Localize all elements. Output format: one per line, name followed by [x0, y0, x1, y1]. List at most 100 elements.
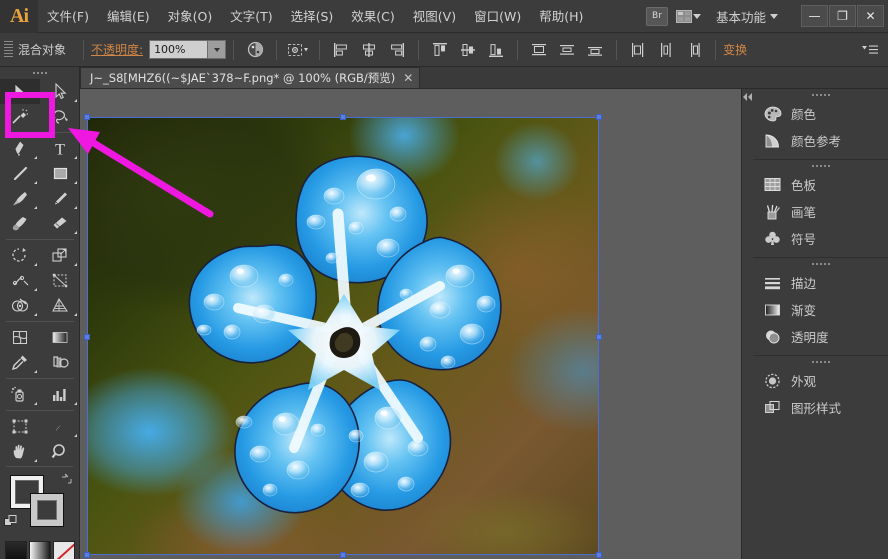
artboard[interactable]: [87, 117, 599, 555]
shape-builder-tool[interactable]: [0, 293, 40, 318]
rotate-tool[interactable]: [0, 243, 40, 268]
symbol-sprayer-tool[interactable]: [0, 382, 40, 407]
swap-fill-stroke-icon[interactable]: [61, 473, 73, 485]
panel-item-label: 颜色参考: [791, 131, 841, 150]
menu-select[interactable]: 选择(S): [282, 0, 343, 33]
distribute-top-icon[interactable]: [528, 39, 550, 61]
scale-tool[interactable]: [40, 243, 80, 268]
appearance-circle-icon: [763, 371, 782, 390]
opacity-chevron-down-icon[interactable]: [207, 41, 225, 58]
document-view[interactable]: [80, 89, 736, 559]
perspective-grid-tool[interactable]: [40, 293, 80, 318]
menu-help[interactable]: 帮助(H): [530, 0, 592, 33]
panel-group-grip[interactable]: [753, 356, 888, 367]
free-transform-tool[interactable]: [40, 268, 80, 293]
menu-effect[interactable]: 效果(C): [342, 0, 403, 33]
pen-tool[interactable]: [0, 136, 40, 161]
width-tool[interactable]: [0, 268, 40, 293]
color-mode-button[interactable]: [5, 541, 27, 559]
column-graph-tool[interactable]: [40, 382, 80, 407]
line-segment-tool[interactable]: [0, 161, 40, 186]
lasso-tool[interactable]: [40, 104, 80, 129]
mesh-tool[interactable]: [0, 325, 40, 350]
workspace-chevron-down-icon[interactable]: [770, 14, 778, 19]
panel-item-swatches[interactable]: 色板: [753, 171, 888, 198]
stroke-swatch[interactable]: [30, 493, 64, 527]
recolor-artwork-icon[interactable]: [244, 39, 266, 61]
align-center-h-icon[interactable]: [358, 39, 380, 61]
menu-window[interactable]: 窗口(W): [465, 0, 530, 33]
bridge-icon[interactable]: Br: [646, 7, 668, 26]
align-top-icon[interactable]: [429, 39, 451, 61]
direct-selection-tool[interactable]: [40, 79, 80, 104]
swatches-grid-icon: [763, 175, 782, 194]
align-right-icon[interactable]: [386, 39, 408, 61]
blob-brush-tool[interactable]: [0, 211, 40, 236]
panel-item-transparency[interactable]: 透明度: [753, 323, 888, 350]
default-fill-stroke-icon[interactable]: [4, 515, 18, 529]
workspace-switcher[interactable]: 基本功能: [706, 7, 770, 26]
tools-panel-grip[interactable]: [0, 67, 79, 79]
close-button[interactable]: ✕: [857, 5, 884, 27]
panel-item-stroke[interactable]: 描边: [753, 269, 888, 296]
divider: [233, 40, 234, 60]
paintbrush-tool[interactable]: [0, 186, 40, 211]
panel-group-grip[interactable]: [753, 89, 888, 100]
menu-view[interactable]: 视图(V): [404, 0, 465, 33]
panel-item-gradient[interactable]: 渐变: [753, 296, 888, 323]
hand-tool[interactable]: [0, 439, 40, 464]
opacity-field[interactable]: 100%: [149, 40, 226, 59]
distribute-middle-icon[interactable]: [556, 39, 578, 61]
panel-item-label: 色板: [791, 175, 816, 194]
eyedropper-tool[interactable]: [0, 350, 40, 375]
opacity-label[interactable]: 不透明度:: [91, 41, 143, 58]
panel-item-label: 颜色: [791, 104, 816, 123]
document-tab[interactable]: J~_S8[MHZ6((~$JAE`378~F.png* @ 100% (RGB…: [80, 67, 420, 88]
gradient-tool[interactable]: [40, 325, 80, 350]
magic-wand-tool[interactable]: [0, 104, 40, 129]
menu-file[interactable]: 文件(F): [38, 0, 98, 33]
arrange-documents-button[interactable]: [674, 6, 704, 26]
selection-tool[interactable]: [0, 79, 40, 104]
menu-type[interactable]: 文字(T): [221, 0, 281, 33]
maximize-button[interactable]: ❐: [829, 5, 856, 27]
distribute-right-icon[interactable]: [683, 39, 705, 61]
distribute-left-icon[interactable]: [627, 39, 649, 61]
panel-group-grip[interactable]: [753, 258, 888, 269]
none-mode-button[interactable]: [53, 541, 75, 559]
gradient-mode-button[interactable]: [29, 541, 51, 559]
panel-item-symbols[interactable]: 符号: [753, 225, 888, 252]
blend-tool[interactable]: [40, 350, 80, 375]
panel-menu-icon[interactable]: [860, 40, 880, 60]
opacity-value[interactable]: 100%: [150, 41, 207, 58]
panel-item-graphic-styles[interactable]: 图形样式: [753, 394, 888, 421]
align-selection-icon[interactable]: [287, 39, 309, 61]
close-icon[interactable]: ✕: [403, 71, 413, 85]
divider: [6, 239, 74, 240]
zoom-tool[interactable]: [40, 439, 80, 464]
artboard-tool[interactable]: [0, 414, 40, 439]
minimize-button[interactable]: —: [801, 5, 828, 27]
distribute-bottom-icon[interactable]: [584, 39, 606, 61]
distribute-center-icon[interactable]: [655, 39, 677, 61]
tool-more-corner-icon: [74, 434, 77, 437]
tool-more-corner-icon: [74, 156, 77, 159]
eraser-tool[interactable]: [40, 211, 80, 236]
align-bottom-icon[interactable]: [485, 39, 507, 61]
panel-item-brushes[interactable]: 画笔: [753, 198, 888, 225]
slice-tool[interactable]: [40, 414, 80, 439]
transform-link[interactable]: 变换: [723, 41, 747, 58]
align-middle-v-icon[interactable]: [457, 39, 479, 61]
panel-item-color[interactable]: 颜色: [753, 100, 888, 127]
menu-edit[interactable]: 编辑(E): [98, 0, 159, 33]
align-left-icon[interactable]: [330, 39, 352, 61]
pencil-tool[interactable]: [40, 186, 80, 211]
menu-object[interactable]: 对象(O): [159, 0, 222, 33]
rectangle-tool[interactable]: [40, 161, 80, 186]
panel-group-grip[interactable]: [753, 160, 888, 171]
type-tool[interactable]: T: [40, 136, 80, 161]
control-bar-grip[interactable]: [4, 41, 13, 59]
panel-item-appearance[interactable]: 外观: [753, 367, 888, 394]
panel-item-color-guide[interactable]: 颜色参考: [753, 127, 888, 154]
panel-collapse-button[interactable]: [742, 89, 753, 559]
